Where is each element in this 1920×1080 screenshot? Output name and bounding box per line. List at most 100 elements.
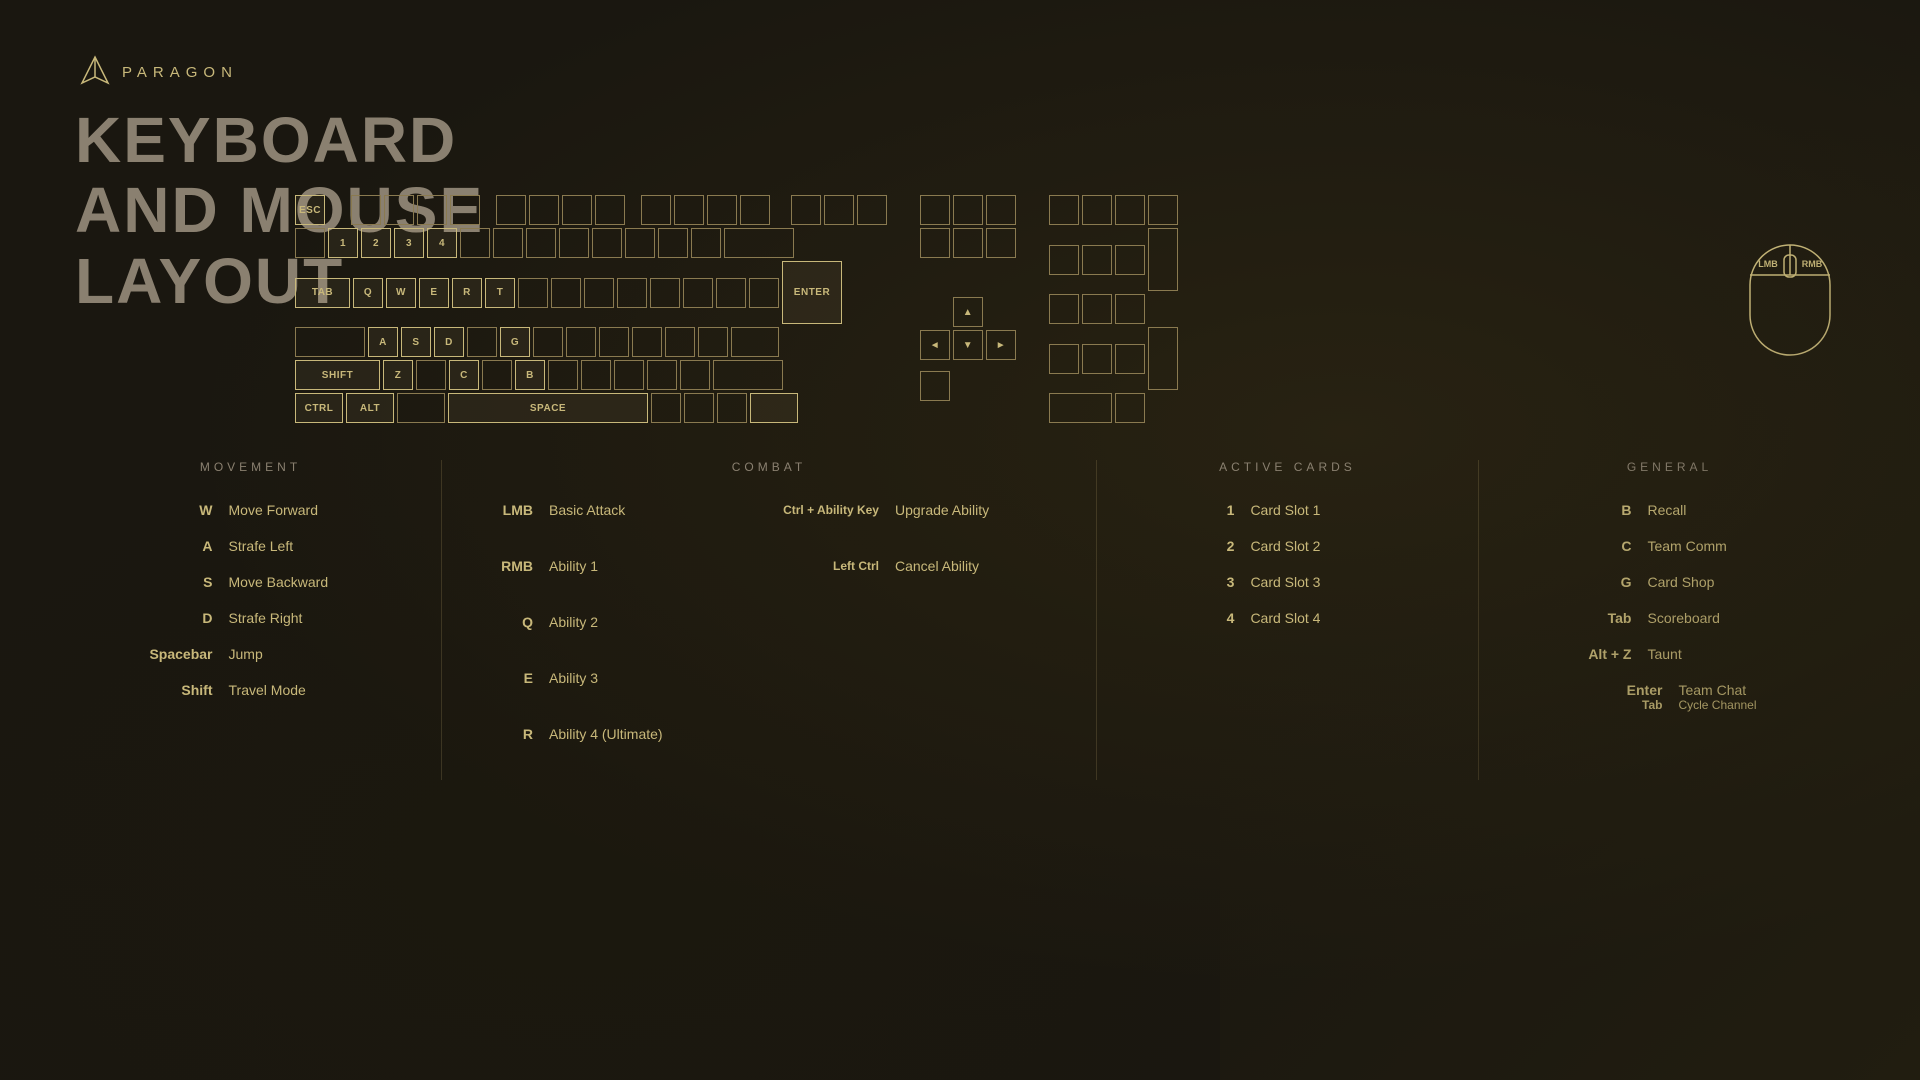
binding-row: Shift Travel Mode [80, 682, 421, 698]
key-backslash [749, 278, 779, 308]
key-end [953, 228, 983, 258]
active-cards-section: ACTIVE CARDS 1 Card Slot 1 2 Card Slot 2… [1117, 460, 1458, 780]
key-shift-right [713, 360, 783, 390]
key-7 [526, 228, 556, 258]
key-num3 [1115, 344, 1145, 374]
binding-row: C Team Comm [1499, 538, 1840, 554]
key-fn [684, 393, 714, 423]
key-f4 [450, 195, 480, 225]
key-lbracket [683, 278, 713, 308]
key-comma [614, 360, 644, 390]
key-num6 [1115, 294, 1145, 324]
svg-text:RMB: RMB [1802, 259, 1823, 269]
key-ctrl-left: Ctrl [295, 393, 343, 423]
key-f1 [351, 195, 381, 225]
key-alt-left: Alt [346, 393, 394, 423]
binding-action: Strafe Left [229, 538, 369, 554]
key-w: W [386, 278, 416, 308]
binding-action: Taunt [1647, 646, 1787, 662]
key-slash [680, 360, 710, 390]
binding-action: Card Slot 2 [1250, 538, 1370, 554]
key-1: 1 [328, 228, 358, 258]
key-equals [691, 228, 721, 258]
binding-key: A [133, 538, 213, 554]
key-numenter [1148, 327, 1178, 390]
general-title: GENERAL [1499, 460, 1840, 474]
divider [1478, 460, 1479, 780]
key-n [548, 360, 578, 390]
binding-key: Left Ctrl [749, 559, 879, 573]
key-u [551, 278, 581, 308]
key-k [599, 327, 629, 357]
key-x [416, 360, 446, 390]
binding-key: R [483, 726, 533, 742]
key-3: 3 [394, 228, 424, 258]
key-pause [857, 195, 887, 225]
key-rbracket [716, 278, 746, 308]
key-j [566, 327, 596, 357]
key-semicolon [665, 327, 695, 357]
key-m [581, 360, 611, 390]
key-home [953, 195, 983, 225]
key-f5 [496, 195, 526, 225]
keyboard-nav: ▲ ◄ ▼ ► [920, 195, 1016, 401]
binding-key: 1 [1204, 502, 1234, 518]
key-f10 [674, 195, 704, 225]
binding-key: 2 [1204, 538, 1234, 554]
key-f11 [707, 195, 737, 225]
key-capslock [295, 327, 365, 357]
key-numadd [1148, 228, 1178, 291]
key-menu [717, 393, 747, 423]
binding-action: Card Slot 3 [1250, 574, 1370, 590]
key-down: ▼ [953, 330, 983, 360]
binding-action: Basic Attack [549, 502, 709, 518]
key-num7 [1049, 245, 1079, 275]
key-r: R [452, 278, 482, 308]
key-scrl [824, 195, 854, 225]
binding-key: S [133, 574, 213, 590]
binding-row: E Ability 3 [483, 670, 709, 686]
binding-row: W Move Forward [80, 502, 421, 518]
key-quote [698, 327, 728, 357]
key-numlock [1049, 195, 1079, 225]
binding-row: Alt + Z Taunt [1499, 646, 1840, 662]
binding-key: D [133, 610, 213, 626]
binding-row: A Strafe Left [80, 538, 421, 554]
binding-action: Ability 1 [549, 558, 709, 574]
key-del [920, 228, 950, 258]
binding-row: Left Ctrl Cancel Ability [749, 558, 1055, 574]
key-enter: Enter [782, 261, 842, 324]
key-backspace [724, 228, 794, 258]
key-num9 [1115, 245, 1145, 275]
key-prtsc [791, 195, 821, 225]
binding-action: Ability 4 (Ultimate) [549, 726, 709, 742]
binding-key: E [483, 670, 533, 686]
key-l [632, 327, 662, 357]
key-period [647, 360, 677, 390]
key-left: ◄ [920, 330, 950, 360]
key-p [650, 278, 680, 308]
team-chat-action: Team Chat [1678, 682, 1756, 698]
active-cards-title: ACTIVE CARDS [1117, 460, 1458, 474]
key-0 [625, 228, 655, 258]
key-f6 [529, 195, 559, 225]
binding-key: LMB [483, 502, 533, 518]
key-enter2 [731, 327, 779, 357]
key-ins [920, 195, 950, 225]
key-numsub [1148, 195, 1178, 225]
binding-action: Card Slot 1 [1250, 502, 1370, 518]
binding-action: Ability 2 [549, 614, 709, 630]
movement-section: MOVEMENT W Move Forward A Strafe Left S … [80, 460, 421, 780]
key-num5 [1082, 294, 1112, 324]
binding-key: Shift [133, 682, 213, 698]
key-minus [658, 228, 688, 258]
logo-text: PARAGON [122, 64, 238, 81]
key-tab: Tab [295, 278, 350, 308]
key-6 [493, 228, 523, 258]
binding-key: G [1551, 574, 1631, 590]
key-num8 [1082, 245, 1112, 275]
binding-row: 4 Card Slot 4 [1117, 610, 1458, 626]
key-z: Z [383, 360, 413, 390]
binding-key: Tab [1551, 610, 1631, 626]
mouse-diagram: LMB RMB [1740, 205, 1840, 365]
